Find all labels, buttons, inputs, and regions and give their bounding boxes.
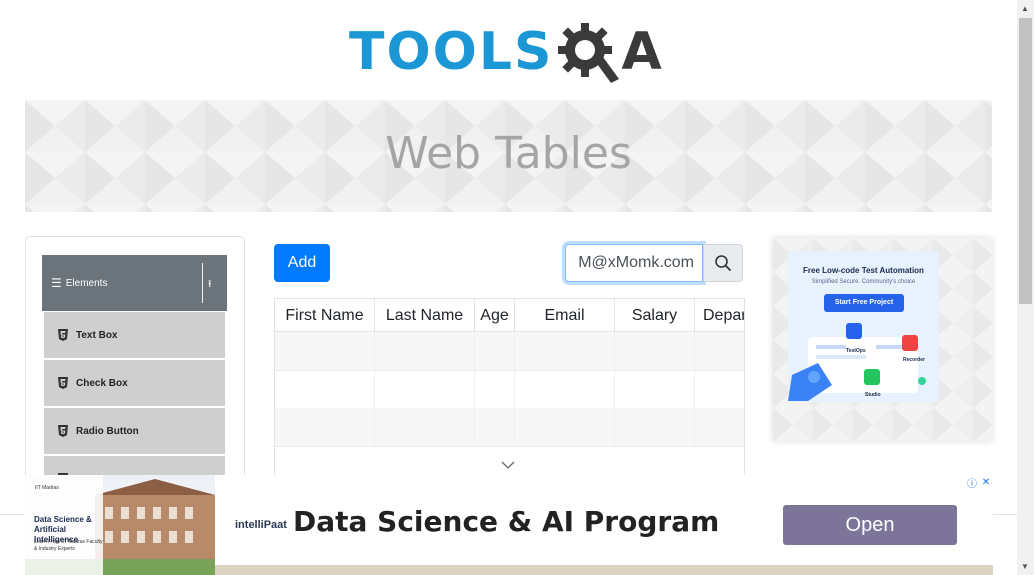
scroll-down-arrow-icon[interactable]: ▼ <box>1021 562 1029 571</box>
column-header-salary[interactable]: Salary <box>615 299 695 331</box>
column-header-email[interactable]: Email <box>515 299 615 331</box>
table-cell <box>375 370 475 408</box>
ad-headline: Free Low-code Test Automation <box>803 266 924 275</box>
table-cell <box>275 370 375 408</box>
page-title: Web Tables <box>385 128 632 179</box>
table-cell <box>275 332 375 370</box>
hamburger-icon: ☰ <box>51 276 62 290</box>
close-icon[interactable]: ✕ <box>979 475 993 489</box>
html5-icon <box>58 425 68 437</box>
sidebar-group-label: Elements <box>65 277 108 289</box>
table-cell <box>475 332 515 370</box>
table-cell <box>515 370 615 408</box>
ad-thumb-badge: IIT Madras <box>35 485 59 491</box>
add-button[interactable]: Add <box>274 244 330 282</box>
ad-thumbnail: IIT Madras Data Science & Artificial Int… <box>25 475 215 575</box>
table-cell <box>515 332 615 370</box>
ad-bottom[interactable]: IIT Madras Data Science & Artificial Int… <box>25 475 993 575</box>
table-cell <box>275 408 375 446</box>
sidebar-item-text-box[interactable]: Text Box <box>43 311 226 359</box>
table-header: First Name Last Name Age Email Salary De… <box>275 299 744 332</box>
table-cell <box>615 408 695 446</box>
web-table: First Name Last Name Age Email Salary De… <box>274 298 745 480</box>
ad-headline: Data Science & AI Program <box>293 505 720 538</box>
ad-subline: Simplified Secure. Community's choice <box>811 279 916 285</box>
search-input[interactable] <box>565 244 703 282</box>
html5-icon <box>58 377 68 389</box>
sidebar-item-label: Radio Button <box>76 425 139 437</box>
ad-thumb-subtitle: Learn From IIT Madras Faculty & Industry… <box>34 539 103 552</box>
page-banner: Web Tables <box>25 100 992 212</box>
ad-choices[interactable]: ⓘ ✕ <box>965 475 993 490</box>
sidebar-item-radio-button[interactable]: Radio Button <box>43 407 226 455</box>
scroll-thumb[interactable] <box>1019 18 1032 304</box>
table-cell <box>615 370 695 408</box>
table-cell <box>615 332 695 370</box>
html5-icon <box>58 329 68 341</box>
table-cell <box>475 370 515 408</box>
table-row <box>275 332 744 371</box>
sidebar-item-check-box[interactable]: Check Box <box>43 359 226 407</box>
header-divider <box>202 263 203 303</box>
column-header-first-name[interactable]: First Name <box>275 299 375 331</box>
table-cell <box>515 408 615 446</box>
table-cell <box>475 408 515 446</box>
adchoices-icon[interactable]: ⓘ <box>965 475 979 490</box>
ad-open-button[interactable]: Open <box>783 505 957 545</box>
table-cell <box>375 408 475 446</box>
arrow-up-icon[interactable]: ⭱ <box>208 277 212 294</box>
ad-cta-button[interactable]: Start Free Project <box>824 294 904 312</box>
table-row <box>275 408 744 447</box>
ad-right[interactable]: Free Low-code Test Automation Simplified… <box>773 238 992 441</box>
vertical-scrollbar[interactable]: ▲ ▼ <box>1017 0 1034 575</box>
toolsqa-logo[interactable]: TOOLS A <box>349 14 662 90</box>
column-header-last-name[interactable]: Last Name <box>375 299 475 331</box>
table-cell <box>375 332 475 370</box>
ad-label-testops: TestOps <box>846 348 866 354</box>
sidebar-item-label: Check Box <box>76 377 128 389</box>
ad-brand-logo: intelliPaat <box>235 519 287 531</box>
sidebar-group-elements[interactable]: ☰ Elements ⭱ <box>42 255 227 311</box>
ad-card[interactable]: Free Low-code Test Automation Simplified… <box>788 251 939 402</box>
column-header-department[interactable]: Department <box>695 299 744 331</box>
search-icon <box>715 255 731 271</box>
sidebar-item-label: Text Box <box>76 329 118 341</box>
gear-magnifier-icon <box>558 23 620 83</box>
logo-text-tools: TOOLS <box>349 22 554 82</box>
sidebar: ☰ Elements ⭱ Text Box Check Box Radio Bu… <box>25 236 245 498</box>
logo-text-a: A <box>621 22 662 82</box>
search-button[interactable] <box>703 244 743 282</box>
search-box <box>565 244 743 282</box>
table-row <box>275 370 744 409</box>
scroll-up-arrow-icon[interactable]: ▲ <box>1021 4 1029 13</box>
ad-label-recorder: Recorder <box>903 357 925 363</box>
ad-label-studio: Studio <box>865 392 881 398</box>
column-header-age[interactable]: Age <box>475 299 515 331</box>
chevron-down-icon[interactable] <box>501 461 515 469</box>
ad-panel[interactable]: intelliPaat Data Science & AI Program Op… <box>215 475 993 565</box>
